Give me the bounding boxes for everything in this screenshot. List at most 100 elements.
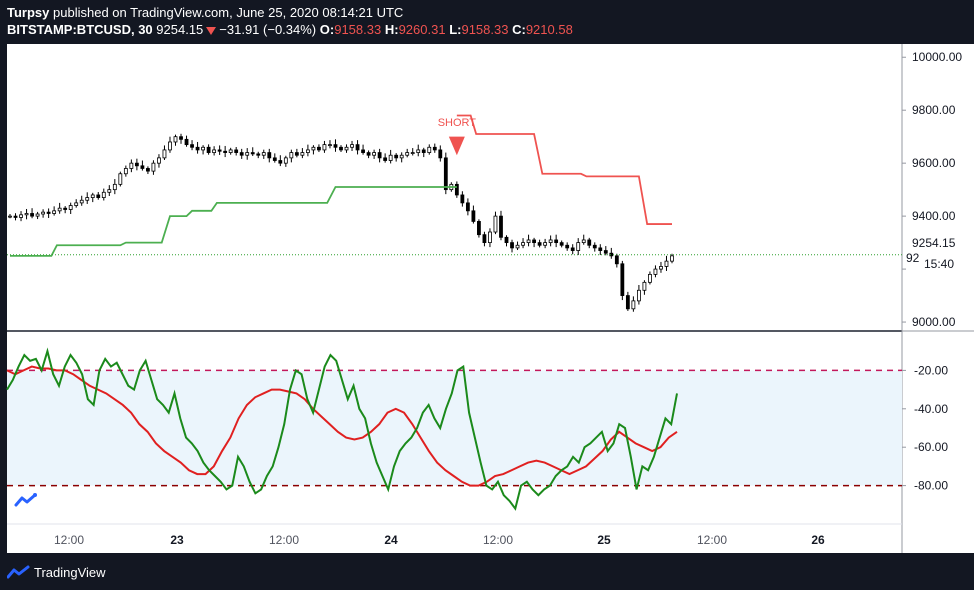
time-tick-label: 23 — [170, 533, 184, 547]
osc-tick-label: -60.00 — [914, 440, 948, 454]
candle-body — [85, 197, 90, 201]
candle-body — [620, 263, 625, 296]
osc-tick-label: -20.00 — [914, 363, 948, 377]
candle-body — [361, 149, 365, 153]
candle-body — [366, 152, 371, 156]
candle-body — [526, 239, 531, 244]
candle-body — [328, 144, 332, 147]
candle-body — [576, 242, 581, 251]
candle-body — [471, 210, 476, 222]
candle-body — [151, 162, 156, 172]
candle-body — [521, 242, 525, 246]
osc-tick-label: -80.00 — [914, 479, 948, 493]
candle-body — [432, 146, 437, 151]
candle-body — [118, 173, 123, 185]
candle-body — [261, 152, 266, 156]
candle-body — [344, 146, 349, 151]
candle-body — [394, 154, 399, 159]
short-signal-label: SHORT — [438, 117, 477, 129]
candle-body — [454, 183, 459, 196]
candle-body — [190, 144, 194, 148]
candle-body — [350, 144, 354, 148]
candle-body — [107, 189, 112, 193]
candle-body — [63, 207, 68, 210]
candle-body — [272, 157, 277, 161]
candle-body — [228, 149, 233, 153]
candle-body — [488, 231, 492, 244]
candle-body — [300, 152, 305, 156]
price-tick-label: 9400.00 — [912, 209, 956, 223]
candle-body — [195, 146, 200, 151]
time-tick-label: 12:00 — [483, 533, 513, 547]
price-chart[interactable]: 9000.00 9400.00 9600.00 9800.00 10000.00 SHOR… — [0, 0, 974, 553]
candle-body — [399, 154, 404, 159]
candle-body — [239, 152, 244, 156]
candle-body — [598, 247, 603, 251]
candle-body — [206, 146, 211, 153]
candle-body — [543, 242, 548, 246]
candle-body — [570, 247, 575, 251]
candle-body — [173, 136, 178, 143]
time-tick-label: 12:00 — [697, 533, 727, 547]
candle-body — [554, 239, 559, 244]
tradingview-brand[interactable]: TradingView — [34, 565, 106, 580]
price-tick-label: 9600.00 — [912, 156, 956, 170]
candle-body — [168, 141, 172, 151]
candle-body — [499, 215, 503, 238]
candle-body — [410, 152, 415, 154]
candle-body — [24, 213, 29, 216]
candle-body — [510, 242, 514, 249]
candle-body — [179, 136, 183, 140]
price-axis-panel — [902, 44, 974, 553]
candle-body — [603, 250, 608, 254]
candle-body — [305, 149, 310, 153]
candle-body — [438, 149, 443, 159]
candle-body — [515, 244, 520, 249]
candle-body — [123, 168, 128, 175]
candle-body — [339, 146, 343, 151]
candle-body — [625, 295, 630, 310]
candle-body — [465, 202, 470, 212]
candle-body — [184, 138, 189, 146]
candle-body — [157, 157, 161, 164]
candle-body — [460, 194, 465, 204]
candle-body — [74, 202, 79, 206]
time-tick-label: 24 — [384, 533, 398, 547]
candle-body — [664, 260, 669, 267]
candle-body — [482, 234, 487, 244]
candle-body — [565, 244, 570, 249]
candle-body — [416, 149, 421, 153]
candle-body — [162, 149, 167, 159]
candle-body — [112, 183, 117, 191]
candle-body — [13, 215, 18, 218]
tv-badge-icon[interactable] — [10, 486, 42, 514]
candle-body — [311, 146, 316, 151]
candle-body — [46, 211, 51, 214]
time-tick-label: 12:00 — [269, 533, 299, 547]
candle-body — [294, 152, 299, 156]
candle-body — [52, 210, 57, 214]
footer: TradingView — [0, 553, 974, 590]
last-price-label: 9254.15 — [912, 236, 956, 250]
candle-body — [642, 281, 647, 291]
oscillator-band — [7, 370, 902, 486]
candle-body — [134, 162, 139, 167]
candle-body — [101, 191, 106, 198]
candle-body — [245, 152, 250, 156]
candle-body — [383, 157, 388, 161]
candle-body — [587, 239, 592, 246]
candle-body — [493, 215, 498, 233]
price-tick-label: 9800.00 — [912, 103, 956, 117]
candle-body — [35, 213, 40, 217]
candle-body — [581, 239, 586, 244]
candle-body — [8, 215, 12, 218]
time-tick-label: 26 — [811, 533, 825, 547]
candle-body — [41, 211, 45, 215]
candle-body — [333, 144, 338, 148]
candle-body — [670, 255, 674, 262]
candle-body — [57, 207, 62, 212]
candle-body — [278, 160, 283, 164]
tradingview-logo-icon[interactable] — [7, 565, 31, 579]
candle-body — [68, 205, 73, 210]
candle-body — [637, 289, 641, 302]
